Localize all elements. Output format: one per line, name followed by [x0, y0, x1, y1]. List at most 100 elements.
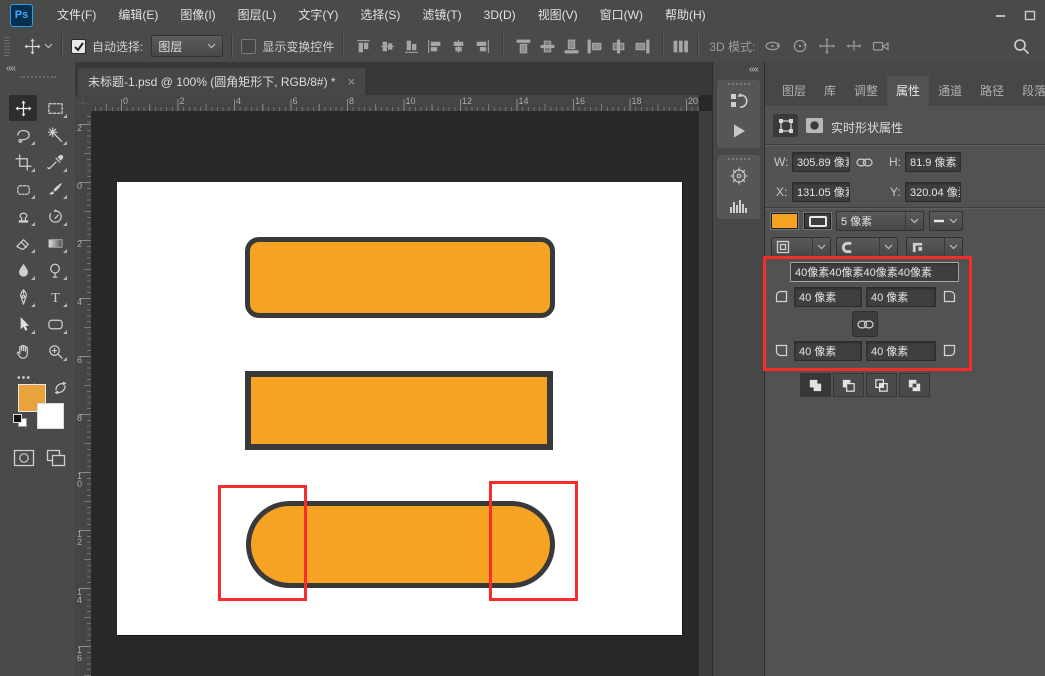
- menu-edit[interactable]: 编辑(E): [107, 0, 169, 30]
- distribute-bottom-edges-icon[interactable]: [563, 38, 580, 55]
- auto-select-dropdown[interactable]: 图层: [151, 35, 224, 57]
- menu-select[interactable]: 选择(S): [349, 0, 411, 30]
- align-left-edges-icon[interactable]: [426, 38, 443, 55]
- height-field[interactable]: 81.9 像素: [905, 152, 961, 172]
- distribute-spacing-icon[interactable]: [672, 38, 689, 55]
- tool-preset-chevron-icon[interactable]: [44, 43, 53, 49]
- dodge-tool[interactable]: [41, 257, 69, 283]
- combine-shapes-button[interactable]: [800, 373, 831, 397]
- blur-tool[interactable]: [9, 257, 37, 283]
- tools-drag-handle[interactable]: [19, 76, 56, 78]
- menu-help[interactable]: 帮助(H): [654, 0, 717, 30]
- masks-icon[interactable]: [802, 114, 827, 137]
- ruler-origin-corner[interactable]: [75, 95, 92, 112]
- 3d-panel-icon[interactable]: [717, 161, 760, 191]
- collapse-panels-icon[interactable]: ««: [713, 62, 764, 77]
- align-right-edges-icon[interactable]: [474, 38, 491, 55]
- menu-3d[interactable]: 3D(D): [473, 0, 527, 30]
- shape-sharp-rectangle[interactable]: [245, 371, 553, 450]
- intersect-shapes-button[interactable]: [866, 373, 897, 397]
- hand-tool[interactable]: [9, 338, 37, 364]
- menu-view[interactable]: 视图(V): [527, 0, 589, 30]
- distribute-right-edges-icon[interactable]: [634, 38, 651, 55]
- stroke-width-select[interactable]: 5 像素: [836, 211, 924, 231]
- swap-colors-icon[interactable]: [53, 381, 68, 395]
- stroke-corners-select[interactable]: [906, 237, 963, 257]
- subtract-front-shape-button[interactable]: [833, 373, 864, 397]
- search-icon[interactable]: [1013, 38, 1030, 55]
- canvas-page[interactable]: [117, 182, 682, 635]
- move-tool[interactable]: [9, 95, 37, 121]
- menu-image[interactable]: 图像(I): [169, 0, 226, 30]
- default-colors-icon[interactable]: [13, 414, 28, 428]
- rectangular-marquee-tool[interactable]: [41, 95, 69, 121]
- align-top-edges-icon[interactable]: [355, 38, 372, 55]
- pen-tool[interactable]: [9, 284, 37, 310]
- type-tool[interactable]: T: [41, 284, 69, 310]
- tab-paragraph[interactable]: 段落: [1013, 76, 1045, 106]
- distribute-left-edges-icon[interactable]: [586, 38, 603, 55]
- collapse-tools-icon[interactable]: ««: [0, 62, 75, 75]
- x-field[interactable]: 131.05 像素: [792, 182, 850, 202]
- align-bottom-edges-icon[interactable]: [403, 38, 420, 55]
- 3d-orbit-icon[interactable]: [763, 37, 782, 55]
- tab-paths[interactable]: 路径: [971, 76, 1013, 106]
- healing-patch-tool[interactable]: [9, 176, 37, 202]
- history-brush-tool[interactable]: [41, 203, 69, 229]
- eyedropper-tool[interactable]: [41, 149, 69, 175]
- tab-properties[interactable]: 属性: [887, 76, 930, 106]
- quick-selection-tool[interactable]: [41, 122, 69, 148]
- crop-tool[interactable]: [9, 149, 37, 175]
- zoom-tool[interactable]: [41, 338, 69, 364]
- quick-mask-icon[interactable]: [11, 447, 37, 469]
- options-grip[interactable]: [4, 36, 10, 56]
- menu-file[interactable]: 文件(F): [46, 0, 107, 30]
- live-shape-properties-icon[interactable]: [773, 114, 798, 137]
- stroke-align-select[interactable]: [771, 237, 831, 257]
- menu-type[interactable]: 文字(Y): [287, 0, 349, 30]
- rounded-rectangle-tool[interactable]: [41, 311, 69, 337]
- shape-rounded-rectangle[interactable]: [245, 237, 555, 318]
- exclude-overlapping-shapes-button[interactable]: [899, 373, 930, 397]
- stroke-type-select[interactable]: [929, 211, 963, 231]
- stroke-caps-select[interactable]: [836, 237, 898, 257]
- y-field[interactable]: 320.04 像素: [905, 182, 961, 202]
- distribute-vertical-centers-icon[interactable]: [539, 38, 556, 55]
- tab-adjustments[interactable]: 调整: [845, 76, 887, 106]
- auto-select-checkbox[interactable]: [71, 38, 86, 54]
- histogram-panel-icon[interactable]: [717, 191, 760, 221]
- close-tab-icon[interactable]: ×: [348, 75, 356, 88]
- 3d-slide-icon[interactable]: [845, 37, 863, 55]
- history-panel-icon[interactable]: [717, 86, 760, 116]
- menu-filter[interactable]: 滤镜(T): [411, 0, 472, 30]
- document-tab[interactable]: 未标题-1.psd @ 100% (圆角矩形下, RGB/8#) * ×: [78, 68, 366, 95]
- canvas-viewport[interactable]: [91, 111, 699, 676]
- 3d-pan-icon[interactable]: [818, 37, 836, 55]
- menu-layer[interactable]: 图层(L): [227, 0, 288, 30]
- width-field[interactable]: 305.89 像素: [792, 152, 850, 172]
- 3d-camera-icon[interactable]: [872, 38, 891, 54]
- eraser-tool[interactable]: [9, 230, 37, 256]
- tab-layers[interactable]: 图层: [773, 76, 815, 106]
- tab-channels[interactable]: 通道: [929, 76, 971, 106]
- path-selection-tool[interactable]: [9, 311, 37, 337]
- clone-stamp-tool[interactable]: [9, 203, 37, 229]
- stroke-color-swatch[interactable]: [804, 213, 831, 229]
- vertical-scrollbar[interactable]: [698, 111, 712, 676]
- distribute-top-edges-icon[interactable]: [515, 38, 532, 55]
- 3d-roll-icon[interactable]: [791, 37, 809, 55]
- panel-drag-handle[interactable]: [727, 158, 750, 160]
- fill-color-swatch[interactable]: [771, 213, 798, 229]
- minimize-button[interactable]: [985, 0, 1015, 30]
- background-color-swatch[interactable]: [37, 403, 64, 429]
- align-horizontal-centers-icon[interactable]: [450, 38, 467, 55]
- show-transform-checkbox[interactable]: [241, 38, 257, 54]
- panel-drag-handle[interactable]: [727, 83, 750, 85]
- lasso-tool[interactable]: [9, 122, 37, 148]
- brush-tool[interactable]: [41, 176, 69, 202]
- maximize-button[interactable]: [1015, 0, 1045, 30]
- distribute-horizontal-centers-icon[interactable]: [610, 38, 627, 55]
- screen-mode-icon[interactable]: [43, 447, 69, 469]
- wh-link-icon[interactable]: [855, 154, 873, 170]
- gradient-tool[interactable]: [41, 230, 69, 256]
